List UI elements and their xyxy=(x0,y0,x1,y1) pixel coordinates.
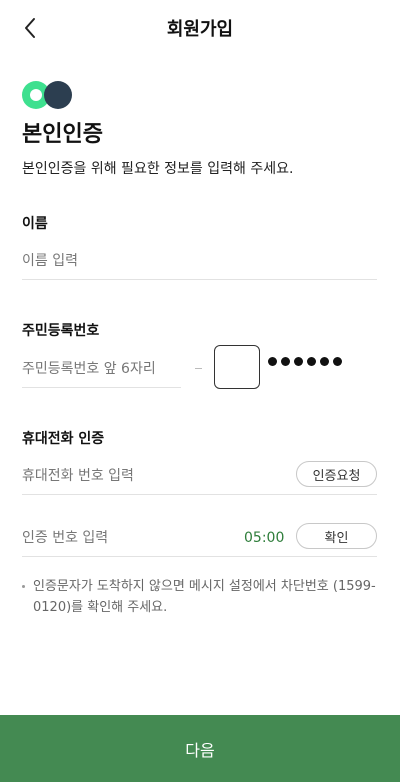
name-field xyxy=(22,243,377,280)
rrn-back-first-digit-input[interactable] xyxy=(214,345,260,389)
mask-dot xyxy=(281,357,290,366)
mask-dot xyxy=(320,357,329,366)
header-title: 회원가입 xyxy=(166,19,234,40)
mask-dot xyxy=(268,357,277,366)
brand-logo xyxy=(22,81,74,109)
request-code-button[interactable]: 인증요청 xyxy=(296,461,377,487)
notice-text: 인증문자가 도착하지 않으면 메시지 설정에서 차단번호 (1599-0120)… xyxy=(33,579,376,615)
rrn-front-input[interactable] xyxy=(22,351,181,387)
phone-input[interactable] xyxy=(22,458,282,494)
rrn-front-field xyxy=(22,351,181,388)
mask-dot xyxy=(294,357,303,366)
app-header: 회원가입 xyxy=(0,0,400,56)
code-input[interactable] xyxy=(22,520,222,556)
name-input[interactable] xyxy=(22,243,377,279)
phone-label: 휴대전화 인증 xyxy=(22,431,105,447)
code-timer: 05:00 xyxy=(244,530,285,546)
notice-bullet xyxy=(22,585,25,588)
rrn-masked-digits xyxy=(268,357,342,366)
mask-dot xyxy=(307,357,316,366)
next-button[interactable]: 다음 xyxy=(0,715,400,782)
page-description: 본인인증을 위해 필요한 정보를 입력해 주세요. xyxy=(22,161,294,177)
notice: 인증문자가 도착하지 않으면 메시지 설정에서 차단번호 (1599-0120)… xyxy=(22,576,382,618)
name-label: 이름 xyxy=(22,216,48,232)
page-title: 본인인증 xyxy=(22,122,103,147)
logo-circle-navy xyxy=(44,81,72,109)
confirm-button[interactable]: 확인 xyxy=(296,523,377,549)
rrn-dash xyxy=(195,368,202,369)
mask-dot xyxy=(333,357,342,366)
rrn-label: 주민등록번호 xyxy=(22,323,100,339)
